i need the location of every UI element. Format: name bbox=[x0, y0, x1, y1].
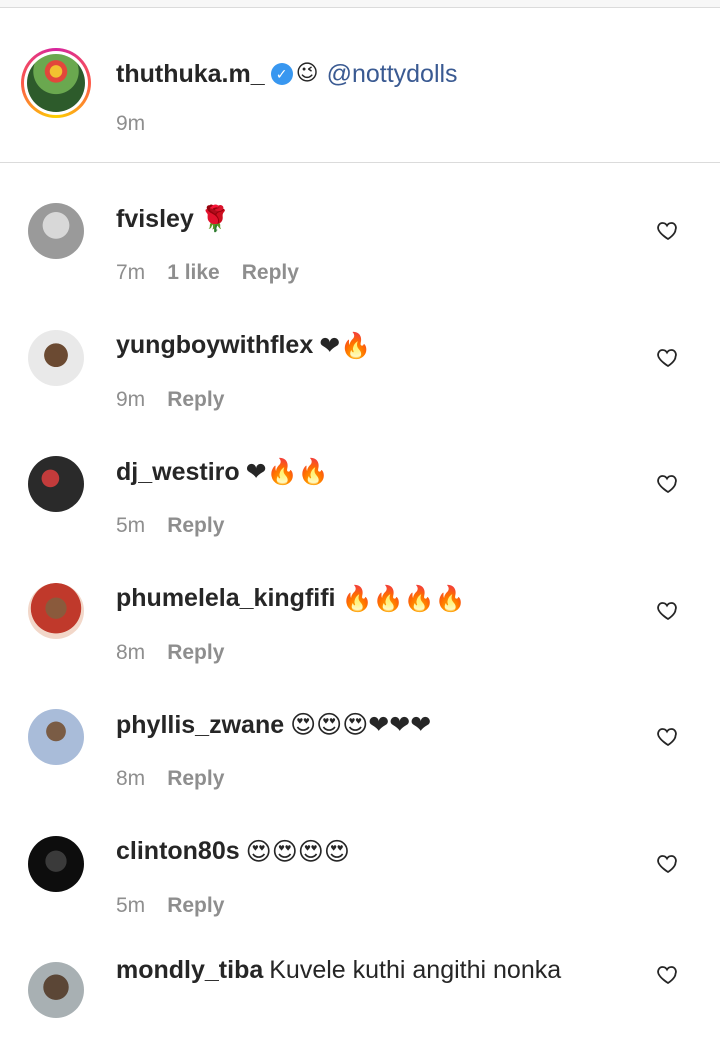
heart-outline-icon[interactable] bbox=[656, 218, 680, 242]
reply-button[interactable]: Reply bbox=[167, 388, 224, 412]
reply-button[interactable]: Reply bbox=[167, 767, 224, 791]
comment-text-line: fvisley 🌹 bbox=[116, 201, 231, 237]
commenter-avatar[interactable] bbox=[28, 582, 84, 639]
caption-mention-link[interactable]: @nottydolls bbox=[327, 60, 458, 89]
comment-text: ❤🔥 bbox=[319, 330, 372, 360]
avatar-ring-gap bbox=[24, 51, 88, 115]
reply-button[interactable]: Reply bbox=[167, 641, 224, 665]
comment-text-line: dj_westiro ❤🔥🔥 bbox=[116, 454, 329, 490]
heart-outline-icon[interactable] bbox=[656, 598, 680, 622]
heart-outline-icon[interactable] bbox=[656, 345, 680, 369]
comment-text: Kuvele kuthi angithi nonka bbox=[269, 955, 562, 984]
comment-timestamp: 5m bbox=[116, 893, 146, 917]
reply-button[interactable]: Reply bbox=[167, 894, 224, 918]
comment-timestamp: 8m bbox=[116, 767, 146, 790]
heart-outline-icon[interactable] bbox=[656, 851, 680, 875]
caption-emoji: 😉 bbox=[295, 61, 319, 86]
comment-text: 😍😍😍❤❤❤ bbox=[290, 710, 432, 739]
comment-meta: 5m Reply bbox=[116, 894, 224, 918]
comment-meta: 5m Reply bbox=[116, 514, 224, 538]
heart-outline-icon[interactable] bbox=[656, 724, 680, 748]
comment-meta: 7m 1 like Reply bbox=[116, 261, 299, 285]
comment-username[interactable]: dj_westiro bbox=[116, 458, 240, 487]
comment-text: 🌹 bbox=[199, 204, 231, 233]
comment-row: clinton80s 😍😍😍😍 5m Reply bbox=[0, 796, 720, 923]
comment-row: mondly_tiba Kuvele kuthi angithi nonka bbox=[0, 922, 720, 1049]
comment-text: ❤🔥🔥 bbox=[245, 457, 329, 486]
top-divider bbox=[0, 0, 720, 8]
comment-row: yungboywithflex ❤🔥 9m Reply bbox=[0, 290, 720, 417]
like-count[interactable]: 1 like bbox=[167, 261, 220, 285]
comment-meta: 8m Reply bbox=[116, 767, 224, 791]
verified-badge-icon: ✓ bbox=[270, 63, 293, 85]
comment-text-line: phumelela_kingfifi 🔥🔥🔥🔥 bbox=[116, 581, 466, 617]
caption-timestamp: 9m bbox=[116, 112, 146, 135]
comment-username[interactable]: clinton80s bbox=[116, 837, 240, 866]
commenter-avatar[interactable] bbox=[28, 456, 84, 512]
heart-outline-icon[interactable] bbox=[656, 962, 680, 986]
comment-text-line: yungboywithflex ❤🔥 bbox=[116, 328, 371, 364]
comment-list: fvisley 🌹 7m 1 like Reply yungboywithfle… bbox=[0, 163, 720, 1049]
comment-text-line: phyllis_zwane 😍😍😍❤❤❤ bbox=[116, 707, 431, 743]
caption-text-line: thuthuka.m_ ✓ 😉 @nottydolls bbox=[116, 58, 458, 90]
comment-username[interactable]: fvisley bbox=[116, 205, 194, 234]
commenter-avatar[interactable] bbox=[28, 962, 84, 1018]
comment-username[interactable]: mondly_tiba bbox=[116, 956, 263, 985]
reply-button[interactable]: Reply bbox=[242, 261, 299, 285]
comment-username[interactable]: phumelela_kingfifi bbox=[116, 584, 335, 613]
commenter-avatar[interactable] bbox=[28, 203, 84, 259]
comment-row: fvisley 🌹 7m 1 like Reply bbox=[0, 163, 720, 290]
comment-timestamp: 8m bbox=[116, 640, 146, 664]
comment-meta: 9m Reply bbox=[116, 388, 224, 412]
post-caption: thuthuka.m_ ✓ 😉 @nottydolls 9m bbox=[0, 8, 720, 163]
comment-username[interactable]: yungboywithflex bbox=[116, 331, 313, 360]
comment-timestamp: 5m bbox=[116, 514, 146, 537]
caption-avatar[interactable] bbox=[21, 48, 91, 118]
comment-username[interactable]: phyllis_zwane bbox=[116, 711, 284, 740]
commenter-avatar[interactable] bbox=[28, 329, 84, 386]
comment-row: phumelela_kingfifi 🔥🔥🔥🔥 8m Reply bbox=[0, 543, 720, 670]
heart-outline-icon[interactable] bbox=[656, 471, 680, 495]
comment-row: phyllis_zwane 😍😍😍❤❤❤ 8m Reply bbox=[0, 669, 720, 796]
avatar-image bbox=[27, 54, 85, 112]
comment-timestamp: 7m bbox=[116, 261, 146, 284]
comment-text: 😍😍😍😍 bbox=[245, 836, 350, 866]
comment-text-line: clinton80s 😍😍😍😍 bbox=[116, 834, 350, 870]
commenter-avatar[interactable] bbox=[28, 709, 84, 765]
comment-timestamp: 9m bbox=[116, 387, 146, 411]
comment-row: dj_westiro ❤🔥🔥 5m Reply bbox=[0, 416, 720, 543]
reply-button[interactable]: Reply bbox=[167, 514, 224, 538]
comment-text-line: mondly_tiba Kuvele kuthi angithi nonka bbox=[116, 952, 561, 988]
caption-username[interactable]: thuthuka.m_ bbox=[116, 60, 265, 89]
comment-meta: 8m Reply bbox=[116, 641, 224, 665]
comment-text: 🔥🔥🔥🔥 bbox=[341, 583, 466, 613]
commenter-avatar[interactable] bbox=[28, 835, 84, 892]
